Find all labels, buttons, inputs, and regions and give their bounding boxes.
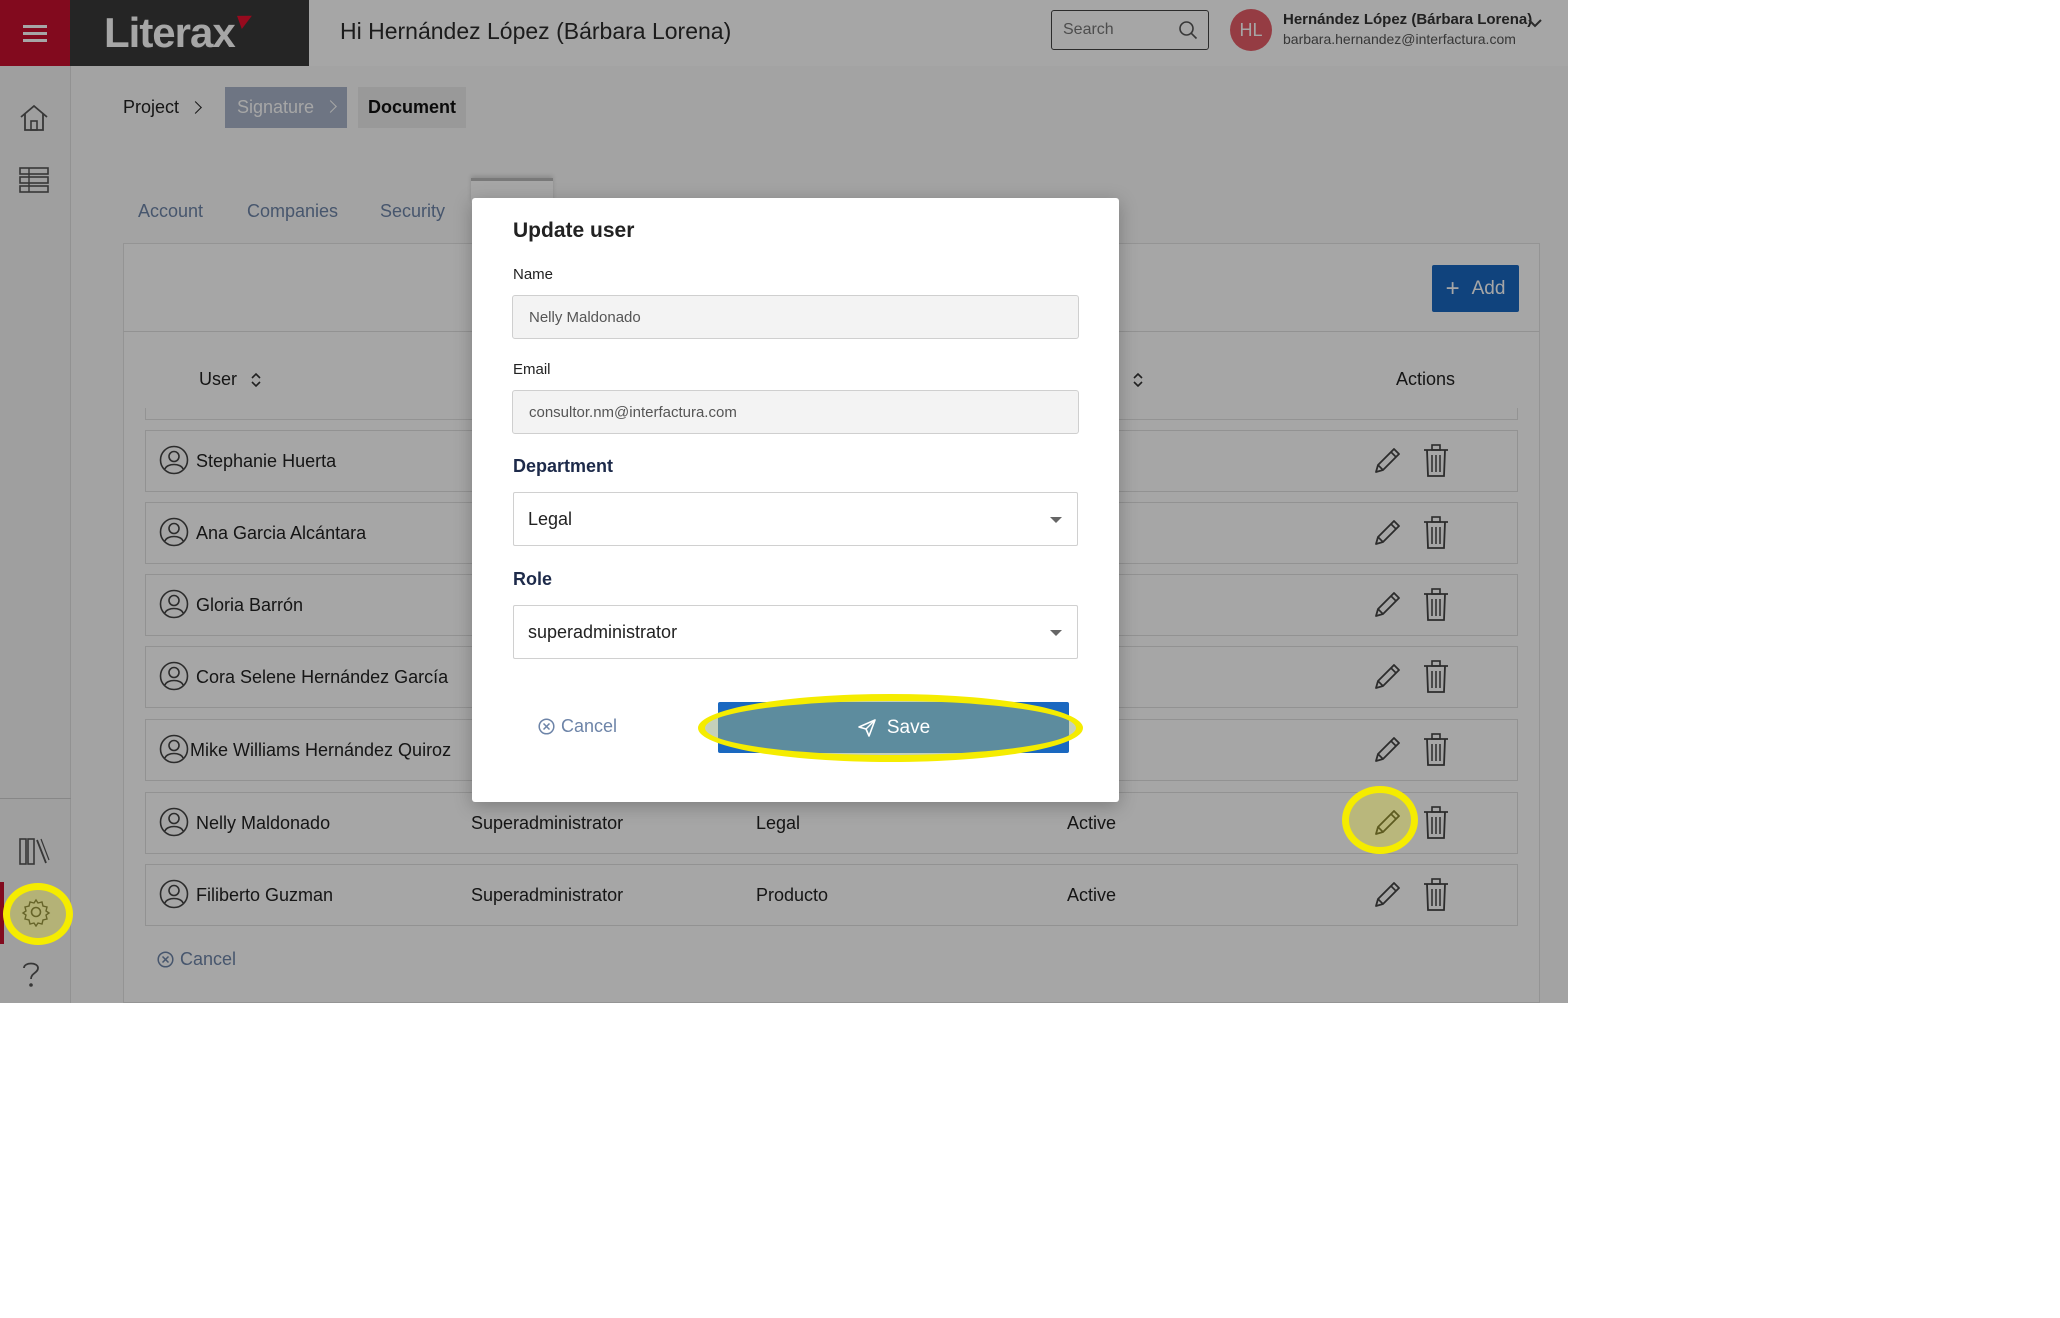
dropdown-caret-icon — [1050, 630, 1062, 636]
send-icon — [858, 718, 876, 737]
name-field[interactable]: Nelly Maldonado — [512, 295, 1079, 339]
email-label: Email — [513, 361, 551, 378]
highlight-settings-circle — [3, 883, 73, 945]
email-field[interactable]: consultor.nm@interfactura.com — [512, 390, 1079, 434]
role-select[interactable]: superadministrator — [513, 605, 1078, 659]
department-label: Department — [513, 456, 614, 476]
dialog-cancel-button[interactable]: Cancel — [538, 716, 617, 737]
save-button-label-layer[interactable]: Save — [718, 702, 1069, 753]
highlight-edit-circle — [1342, 786, 1418, 854]
dropdown-caret-icon — [1050, 517, 1062, 523]
role-label: Role — [513, 569, 553, 589]
cancel-circle-icon — [538, 718, 555, 735]
dialog-title: Update user — [513, 219, 635, 242]
name-label: Name — [513, 266, 554, 283]
save-label: Save — [886, 716, 931, 738]
department-select[interactable]: Legal — [513, 492, 1078, 546]
